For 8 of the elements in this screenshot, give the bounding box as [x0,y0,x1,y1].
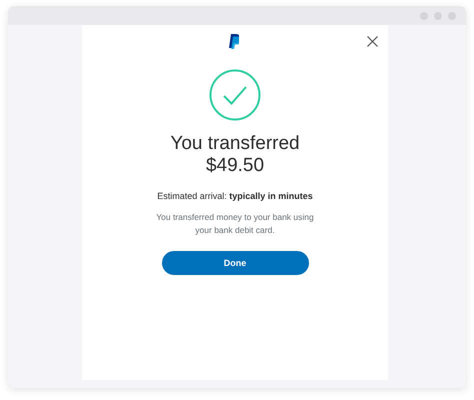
amount: $49.50 [206,155,264,177]
done-button[interactable]: Done [162,251,308,275]
check-circle-icon [209,69,261,121]
close-icon[interactable] [367,36,378,47]
arrival-text: Estimated arrival: typically in minutes [157,191,313,201]
message-text: You transferred money to your bank using your bank debit card. [155,211,315,237]
logo-icon [229,34,239,49]
title: You transferred [170,133,300,155]
